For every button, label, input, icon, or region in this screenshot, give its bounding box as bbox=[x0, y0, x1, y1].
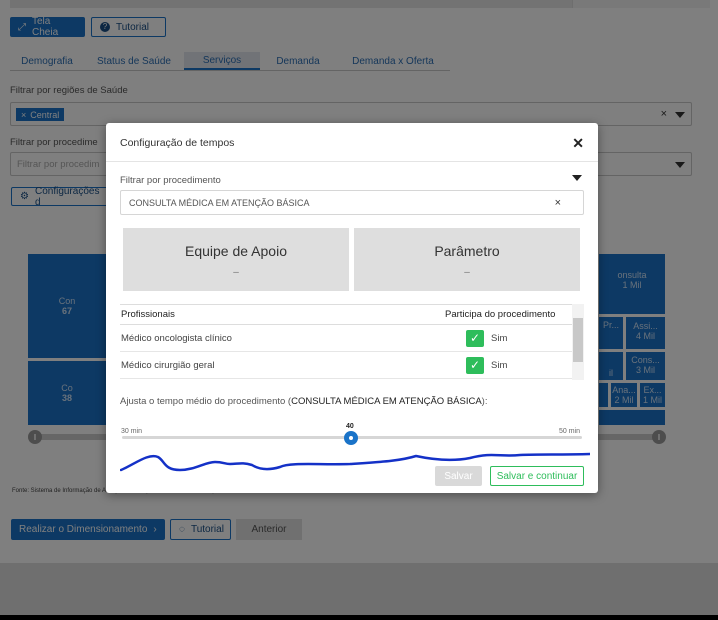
table-scrollbar[interactable] bbox=[572, 304, 584, 380]
modal-divider bbox=[106, 161, 598, 162]
table-row: Médico cirurgião geral ✓ Sim bbox=[120, 352, 572, 379]
save-continue-button[interactable]: Salvar e continuar bbox=[490, 466, 584, 486]
adjust-procedure: CONSULTA MÉDICA EM ATENÇÃO BÁSICA bbox=[291, 396, 482, 407]
parameter-card: Parâmetro – bbox=[354, 228, 580, 291]
procedure-select[interactable]: CONSULTA MÉDICA EM ATENÇÃO BÁSICA × bbox=[120, 190, 584, 215]
procedure-filter-label: Filtrar por procedimento bbox=[120, 175, 221, 186]
modal-title: Configuração de tempos bbox=[120, 137, 235, 149]
slider-max-label: 50 min bbox=[559, 428, 581, 435]
bottom-bar bbox=[0, 615, 718, 620]
time-slider-handle[interactable] bbox=[344, 431, 358, 445]
close-icon[interactable]: ✕ bbox=[572, 135, 584, 152]
slider-min-label: 30 min bbox=[121, 428, 143, 435]
participates-label: Sim bbox=[491, 359, 508, 371]
clear-icon[interactable]: × bbox=[555, 197, 561, 209]
professionals-table: Profissionais Participa do procedimento … bbox=[120, 304, 572, 379]
procedure-select-value: CONSULTA MÉDICA EM ATENÇÃO BÁSICA bbox=[129, 197, 310, 208]
config-modal: Configuração de tempos ✕ Filtrar por pro… bbox=[106, 123, 598, 493]
table-row: Médico oncologista clínico ✓ Sim bbox=[120, 325, 572, 352]
support-team-value: – bbox=[233, 267, 239, 278]
page-footer-band bbox=[0, 563, 718, 615]
support-team-title: Equipe de Apoio bbox=[185, 243, 287, 259]
support-team-card: Equipe de Apoio – bbox=[123, 228, 349, 291]
adjust-text: Ajusta o tempo médio do procedimento ( bbox=[120, 396, 292, 407]
professional-name: Médico oncologista clínico bbox=[121, 332, 232, 344]
participates-label: Sim bbox=[491, 332, 508, 344]
save-button[interactable]: Salvar bbox=[435, 466, 482, 486]
checkbox-checked-icon[interactable]: ✓ bbox=[466, 356, 484, 374]
professional-name: Médico cirurgião geral bbox=[121, 359, 215, 371]
chevron-down-icon[interactable] bbox=[572, 175, 582, 181]
header-professionals: Profissionais bbox=[121, 309, 175, 320]
table-header: Profissionais Participa do procedimento bbox=[120, 304, 572, 325]
header-participates: Participa do procedimento bbox=[445, 309, 556, 320]
slider-value-label: 40 bbox=[346, 423, 354, 430]
scrollbar-thumb[interactable] bbox=[573, 318, 583, 362]
parameter-title: Parâmetro bbox=[434, 243, 500, 259]
adjust-suffix: ): bbox=[481, 396, 488, 407]
parameter-value: – bbox=[464, 267, 470, 278]
adjust-time-label: Ajusta o tempo médio do procedimento (CO… bbox=[120, 396, 487, 407]
checkbox-checked-icon[interactable]: ✓ bbox=[466, 329, 484, 347]
